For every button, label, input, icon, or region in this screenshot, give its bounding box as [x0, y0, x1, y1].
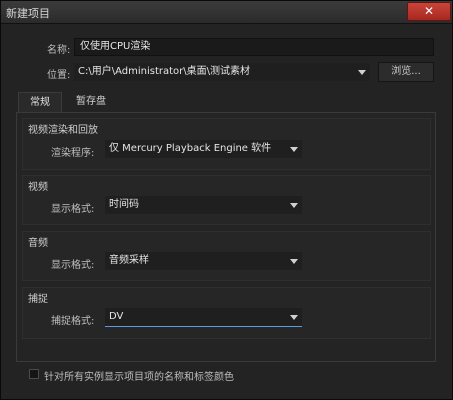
show-names-checkbox[interactable] [29, 369, 39, 379]
name-label: 名称: [47, 45, 71, 56]
name-input[interactable]: 仅使用CPU渲染 [74, 38, 434, 56]
chevron-down-icon [290, 147, 298, 152]
audio-format-dropdown[interactable]: 音频采样 [105, 252, 302, 270]
location-value: C:\用户\Administrator\桌面\测试素材 [78, 66, 250, 77]
focus-underline [105, 326, 302, 327]
video-render-section: 视频渲染和回放 渲染程序: 仅 Mercury Playback Engine … [22, 118, 431, 170]
chevron-down-icon [290, 315, 298, 320]
tab-general[interactable]: 常规 [18, 92, 62, 112]
audio-section: 音频 显示格式: 音频采样 [22, 231, 431, 281]
renderer-value: 仅 Mercury Playback Engine 软件 [109, 143, 272, 154]
capture-format-dropdown[interactable]: DV [105, 308, 302, 326]
audio-title: 音频 [28, 238, 48, 249]
capture-section: 捕捉 捕捉格式: DV [22, 287, 431, 339]
video-section: 视频 显示格式: 时间码 [22, 175, 431, 225]
renderer-label: 渲染程序: [51, 148, 95, 159]
audio-format-value: 音频采样 [109, 255, 149, 266]
video-format-dropdown[interactable]: 时间码 [105, 196, 302, 214]
title-bar: 新建项目 ✕ [1, 1, 452, 24]
chevron-down-icon [290, 203, 298, 208]
video-format-value: 时间码 [109, 199, 139, 210]
location-dropdown[interactable]: C:\用户\Administrator\桌面\测试素材 [74, 63, 370, 81]
renderer-dropdown[interactable]: 仅 Mercury Playback Engine 软件 [105, 140, 302, 158]
video-render-title: 视频渲染和回放 [28, 125, 98, 136]
chevron-down-icon [358, 70, 366, 75]
tab-scratch-disks[interactable]: 暂存盘 [66, 92, 116, 112]
location-label: 位置: [47, 70, 71, 81]
show-names-label: 针对所有实例显示项目项的名称和标签颜色 [44, 372, 234, 383]
capture-title: 捕捉 [28, 294, 48, 305]
close-button[interactable]: ✕ [407, 2, 451, 21]
close-icon: ✕ [423, 4, 435, 18]
window-title: 新建项目 [6, 7, 50, 20]
audio-format-label: 显示格式: [51, 260, 95, 271]
new-project-dialog: 新建项目 ✕ 名称: 仅使用CPU渲染 位置: C:\用户\Administra… [0, 0, 453, 400]
video-format-label: 显示格式: [51, 204, 95, 215]
video-title: 视频 [28, 182, 48, 193]
chevron-down-icon [290, 259, 298, 264]
general-tab-panel: 视频渲染和回放 渲染程序: 仅 Mercury Playback Engine … [16, 112, 436, 362]
capture-format-label: 捕捉格式: [51, 316, 95, 327]
capture-format-value: DV [109, 311, 124, 322]
browse-button[interactable]: 浏览... [378, 62, 434, 82]
